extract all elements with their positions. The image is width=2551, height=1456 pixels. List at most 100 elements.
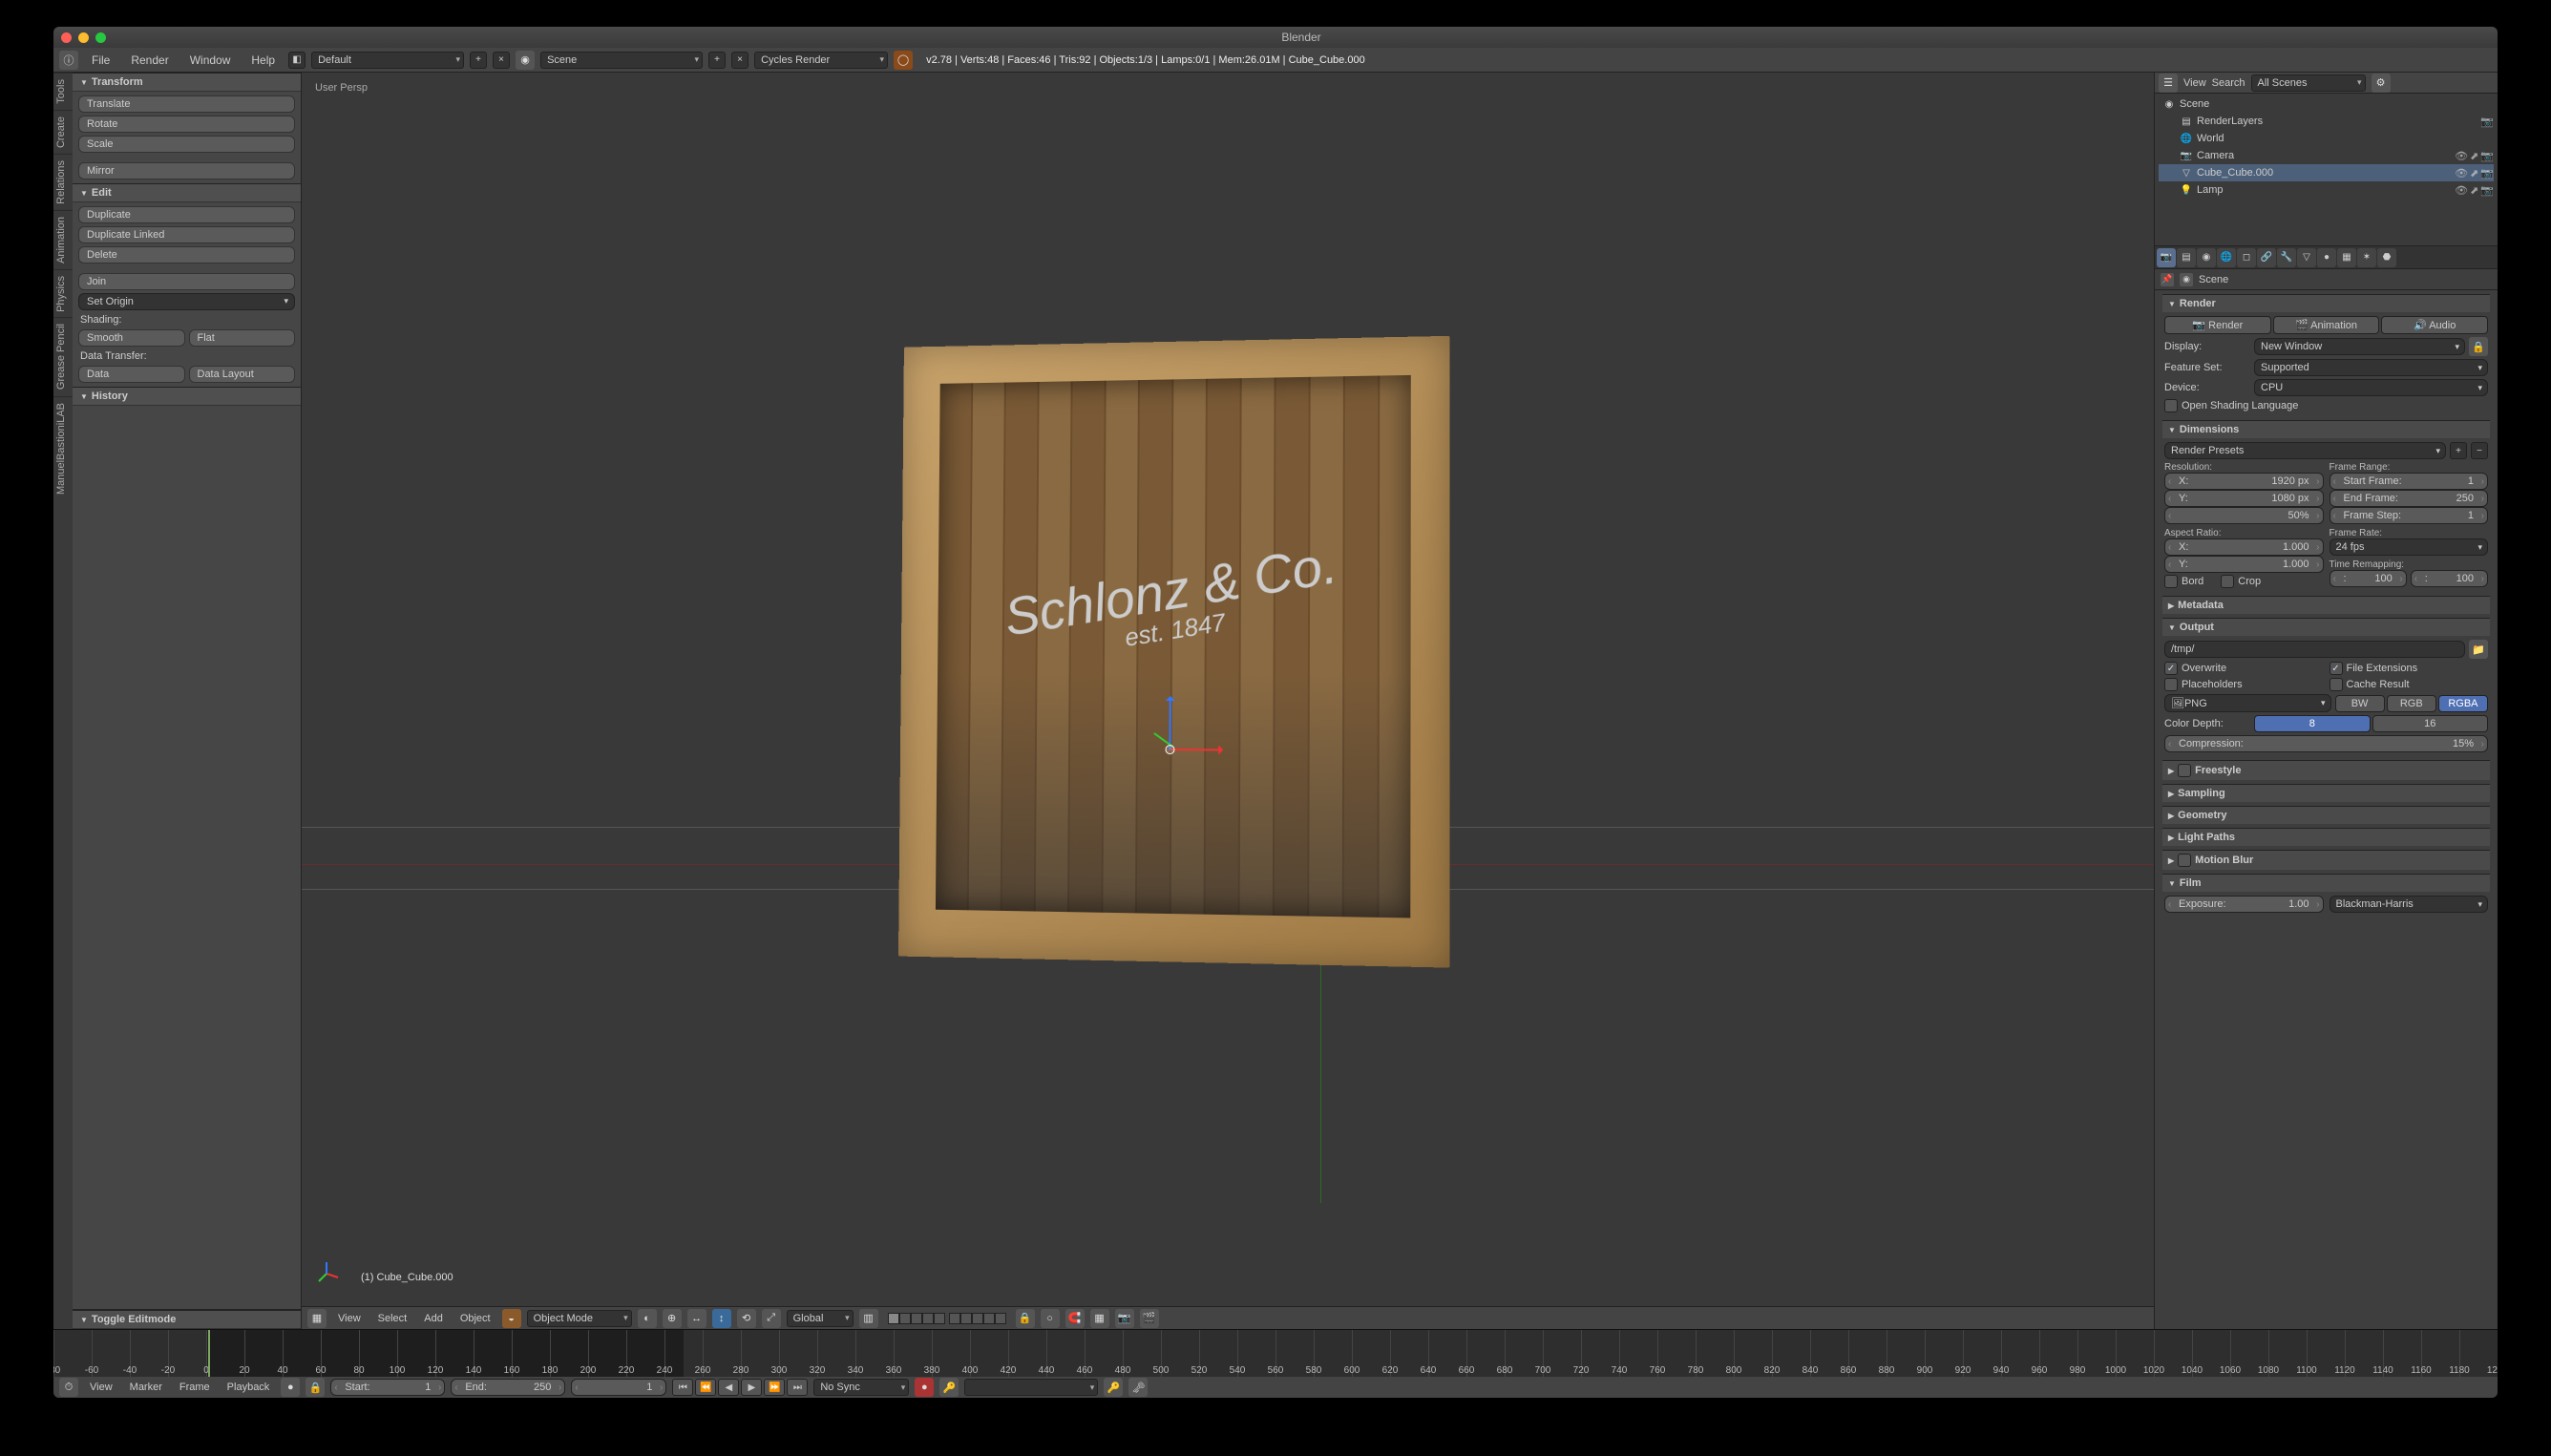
fileext-checkbox[interactable] [2330, 662, 2343, 675]
end-frame-field[interactable]: End Frame:250 [2330, 490, 2489, 507]
panel-render[interactable]: Render [2162, 294, 2490, 312]
depth-16-button[interactable]: 16 [2372, 715, 2489, 732]
tab-physics[interactable]: Physics [53, 269, 73, 318]
lock-icon[interactable]: 🔒 [2469, 337, 2488, 356]
timeline-cursor[interactable] [208, 1330, 210, 1377]
layout-delete-icon[interactable]: × [493, 52, 510, 69]
section-operator[interactable]: Toggle Editmode [73, 1310, 301, 1329]
snap-type-icon[interactable]: ▦ [1090, 1309, 1109, 1328]
tab-greasepencil[interactable]: Grease Pencil [53, 317, 73, 395]
manip-translate-icon[interactable]: ↕ [712, 1309, 731, 1328]
vp-menu-add[interactable]: Add [418, 1313, 449, 1324]
jump-start-button[interactable]: ⏮ [672, 1379, 693, 1396]
crop-checkbox[interactable] [2221, 575, 2234, 588]
render-anim-preview-icon[interactable]: 🎬 [1140, 1309, 1159, 1328]
exposure-field[interactable]: Exposure:1.00 [2164, 896, 2324, 913]
osl-checkbox[interactable] [2164, 399, 2178, 412]
shade-flat-button[interactable]: Flat [189, 329, 296, 347]
data-layout-button[interactable]: Data Layout [189, 366, 296, 383]
snap-icon[interactable]: 🧲 [1065, 1309, 1085, 1328]
audio-button[interactable]: 🔊 Audio [2381, 316, 2488, 334]
tab-tools[interactable]: Tools [53, 73, 73, 110]
mesh-render-icon[interactable]: 📷 [2480, 167, 2494, 179]
render-presets-dropdown[interactable]: Render Presets [2164, 442, 2446, 459]
panel-output[interactable]: Output [2162, 618, 2490, 636]
format-dropdown[interactable]: 🖼 PNG [2164, 694, 2331, 712]
placeholders-checkbox[interactable] [2164, 678, 2178, 691]
panel-geometry[interactable]: Geometry [2162, 806, 2490, 824]
panel-sampling[interactable]: Sampling [2162, 784, 2490, 802]
key-insert-icon[interactable]: 🔑 [1104, 1378, 1123, 1397]
menu-render[interactable]: Render [123, 53, 176, 67]
panel-lightpaths[interactable]: Light Paths [2162, 828, 2490, 846]
end-frame-input[interactable]: End:250 [451, 1379, 565, 1396]
editor-type-timeline-icon[interactable]: ⏱ [59, 1378, 78, 1397]
timeline-track[interactable]: -80-60-40-200204060801001201401601802002… [53, 1330, 2498, 1377]
key-delete-icon[interactable]: 🗝 [1128, 1378, 1148, 1397]
panel-motionblur[interactable]: Motion Blur [2162, 850, 2490, 870]
prop-edit-icon[interactable]: ○ [1041, 1309, 1060, 1328]
tab-renderlayers-icon[interactable]: ▤ [2177, 248, 2196, 267]
remap-new-field[interactable]: :100 [2411, 570, 2488, 587]
axis-x-icon[interactable] [1170, 749, 1222, 750]
mesh-object-crate[interactable]: Schlonz & Co. est. 1847 [898, 336, 1450, 968]
start-frame-input[interactable]: Start:1 [330, 1379, 445, 1396]
render-engine-dropdown[interactable]: Cycles Render [754, 52, 888, 69]
cursor-icon[interactable]: ⬈ [2470, 150, 2478, 162]
rgb-button[interactable]: RGB [2387, 695, 2436, 712]
eye-icon[interactable]: 👁 [2455, 167, 2468, 179]
cursor-icon[interactable]: ⬈ [2470, 167, 2478, 179]
play-button[interactable]: ▶ [741, 1379, 762, 1396]
motionblur-checkbox[interactable] [2178, 854, 2191, 867]
res-y-field[interactable]: Y:1080 px [2164, 490, 2324, 507]
follow-icon[interactable]: 🔒 [306, 1378, 325, 1397]
jump-end-button[interactable]: ⏭ [787, 1379, 808, 1396]
tl-menu-marker[interactable]: Marker [124, 1382, 168, 1393]
tl-menu-view[interactable]: View [84, 1382, 118, 1393]
start-frame-field[interactable]: Start Frame:1 [2330, 473, 2489, 490]
rotate-button[interactable]: Rotate [78, 116, 295, 133]
menu-window[interactable]: Window [182, 53, 239, 67]
tab-particles-icon[interactable]: ✶ [2357, 248, 2376, 267]
fps-dropdown[interactable]: 24 fps [2330, 538, 2489, 556]
tab-relations[interactable]: Relations [53, 154, 73, 210]
translate-button[interactable]: Translate [78, 95, 295, 113]
pivot-icon[interactable]: ⊕ [663, 1309, 682, 1328]
pixel-filter-dropdown[interactable]: Blackman-Harris [2330, 896, 2489, 913]
render-button[interactable]: 📷 Render [2164, 316, 2271, 334]
data-button[interactable]: Data [78, 366, 185, 383]
duplicate-linked-button[interactable]: Duplicate Linked [78, 226, 295, 243]
section-edit[interactable]: Edit [73, 183, 301, 202]
tab-modifiers-icon[interactable]: 🔧 [2277, 248, 2296, 267]
overwrite-checkbox[interactable] [2164, 662, 2178, 675]
current-frame-input[interactable]: 1 [571, 1379, 666, 1396]
output-path-field[interactable]: /tmp/ [2164, 641, 2465, 658]
delete-button[interactable]: Delete [78, 246, 295, 264]
shading-mode-icon[interactable]: ◐ [638, 1309, 657, 1328]
lamp-render-icon[interactable]: 📷 [2480, 184, 2494, 197]
scene-add-icon[interactable]: + [708, 52, 726, 69]
editor-type-icon[interactable]: ⓘ [59, 51, 78, 70]
auto-key-icon[interactable]: ● [281, 1378, 300, 1397]
res-x-field[interactable]: X:1920 px [2164, 473, 2324, 490]
back-to-previous-icon[interactable]: ◧ [288, 52, 306, 69]
ol-world[interactable]: 🌐 World [2159, 130, 2494, 147]
3d-viewport[interactable]: User Persp Schlonz & Co. est. 1847 [302, 73, 2154, 1329]
layout-add-icon[interactable]: + [470, 52, 487, 69]
cache-checkbox[interactable] [2330, 678, 2343, 691]
panel-film[interactable]: Film [2162, 874, 2490, 892]
properties-panel[interactable]: Render 📷 Render 🎬 Animation 🔊 Audio Disp… [2155, 290, 2498, 1329]
editor-type-3dview-icon[interactable]: ▦ [307, 1309, 327, 1328]
res-pct-field[interactable]: 50% [2164, 507, 2324, 524]
ol-cube[interactable]: ▽ Cube_Cube.000 👁⬈📷 [2159, 164, 2494, 181]
menu-help[interactable]: Help [243, 53, 283, 67]
vp-menu-select[interactable]: Select [372, 1313, 413, 1324]
tab-constraints-icon[interactable]: 🔗 [2257, 248, 2276, 267]
minimize-window-icon[interactable] [78, 32, 89, 43]
preset-remove-icon[interactable]: − [2471, 442, 2488, 459]
tab-texture-icon[interactable]: ▦ [2337, 248, 2356, 267]
keyframe-next-button[interactable]: ⏩ [764, 1379, 785, 1396]
cam-render-icon[interactable]: 📷 [2480, 150, 2494, 162]
shade-smooth-button[interactable]: Smooth [78, 329, 185, 347]
tab-physics-icon[interactable]: ⬣ [2377, 248, 2396, 267]
